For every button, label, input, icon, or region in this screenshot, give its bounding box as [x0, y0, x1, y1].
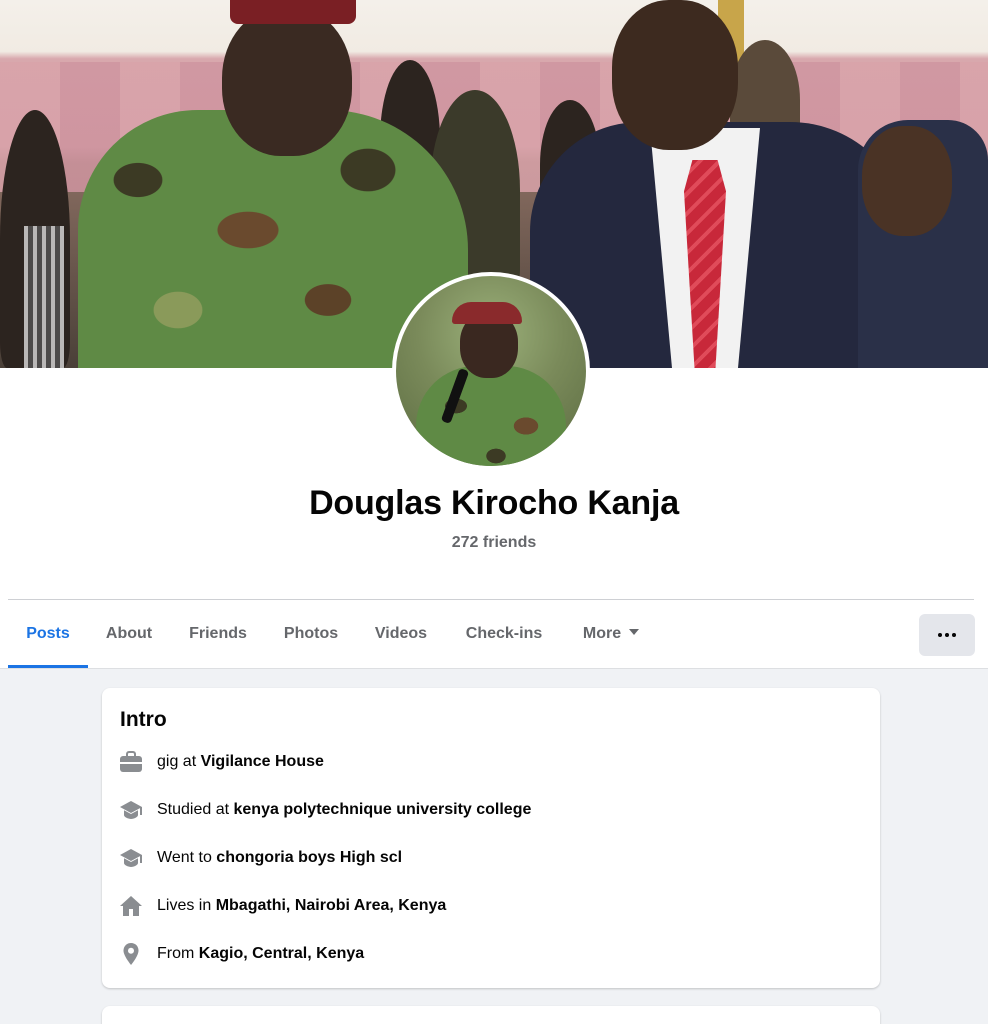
intro-item-text: Lives in Mbagathi, Nairobi Area, Kenya [157, 897, 447, 914]
caret-down-icon [629, 628, 640, 635]
avatar-beret [452, 302, 522, 324]
intro-title: Intro [120, 708, 167, 731]
graduation-cap-icon [119, 798, 143, 822]
profile-picture[interactable] [392, 272, 590, 470]
cover-beret [230, 0, 356, 24]
intro-item-high-school: Went to chongoria boys High scl [119, 844, 402, 872]
tab-label: Friends [189, 625, 247, 642]
tab-label: More [582, 625, 622, 642]
tab-label: Videos [374, 625, 428, 642]
more-options-button[interactable] [919, 614, 975, 656]
tab-photos[interactable]: Photos [274, 600, 348, 668]
tab-label: Check-ins [465, 625, 543, 642]
tab-videos[interactable]: Videos [365, 600, 437, 668]
profile-feed: Intro gig at Vigilance House Studied at … [0, 668, 988, 1024]
home-icon [119, 894, 143, 918]
cover-soldier-head [222, 6, 352, 156]
ellipsis-icon [952, 633, 956, 637]
intro-item-link[interactable]: Kagio, Central, Kenya [199, 945, 364, 962]
briefcase-icon [119, 750, 143, 774]
intro-item-lives-in: Lives in Mbagathi, Nairobi Area, Kenya [119, 892, 446, 920]
tab-about[interactable]: About [96, 600, 162, 668]
location-pin-icon [119, 942, 143, 966]
intro-item-college: Studied at kenya polytechnique universit… [119, 796, 531, 824]
graduation-cap-icon [119, 846, 143, 870]
intro-item-from: From Kagio, Central, Kenya [119, 940, 364, 968]
intro-item-link[interactable]: Vigilance House [201, 753, 324, 770]
friends-count[interactable]: 272 friends [0, 534, 988, 552]
intro-item-text: From Kagio, Central, Kenya [157, 945, 365, 962]
tab-more[interactable]: More [571, 600, 651, 668]
intro-item-link[interactable]: kenya polytechnique university college [234, 801, 532, 818]
next-card [102, 1006, 880, 1024]
tab-check-ins[interactable]: Check-ins [454, 600, 554, 668]
intro-card: Intro gig at Vigilance House Studied at … [102, 688, 880, 988]
intro-item-work: gig at Vigilance House [119, 748, 324, 776]
cover-man-head [612, 0, 738, 150]
tab-posts[interactable]: Posts [8, 600, 88, 668]
cover-chair [24, 226, 64, 368]
intro-item-link[interactable]: chongoria boys High scl [216, 849, 402, 866]
intro-item-link[interactable]: Mbagathi, Nairobi Area, Kenya [216, 897, 447, 914]
tab-label: Photos [283, 625, 339, 642]
intro-item-text: gig at Vigilance House [157, 753, 324, 770]
intro-item-text: Studied at kenya polytechnique universit… [157, 801, 532, 818]
intro-item-text: Went to chongoria boys High scl [157, 849, 403, 866]
tab-label: About [105, 625, 153, 642]
profile-tabs: Posts About Friends Photos Videos Check-… [8, 600, 988, 668]
tab-friends[interactable]: Friends [180, 600, 256, 668]
ellipsis-icon [945, 633, 949, 637]
profile-name: Douglas Kirocho Kanja [309, 484, 679, 522]
avatar-uniform [416, 366, 566, 466]
tab-label: Posts [26, 625, 70, 642]
cover-right-head [862, 126, 952, 236]
ellipsis-icon [938, 633, 942, 637]
